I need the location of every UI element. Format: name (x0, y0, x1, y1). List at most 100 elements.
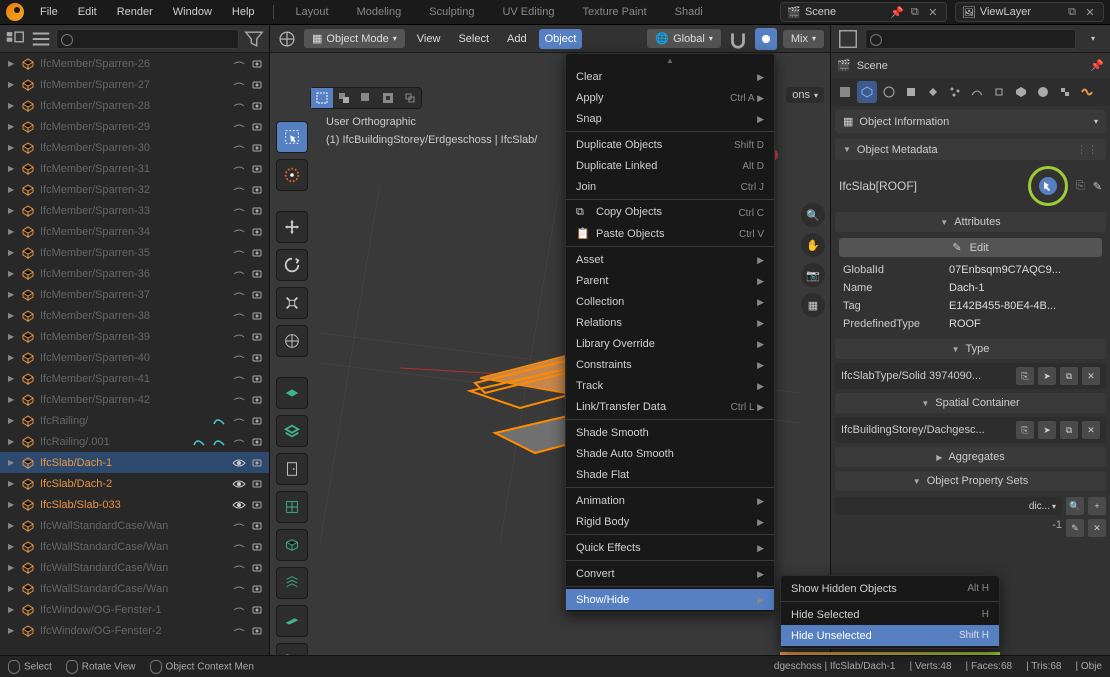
ctx-item[interactable]: Duplicate LinkedAlt D (566, 155, 774, 176)
outliner-row[interactable]: ▶IfcMember/Sparren-27 (0, 74, 269, 95)
tab-world[interactable] (879, 81, 899, 103)
tool-scale[interactable] (276, 287, 308, 319)
outliner-row[interactable]: ▶IfcWindow/OG-Fenster-2 (0, 620, 269, 641)
hide-toggle[interactable] (231, 497, 247, 513)
render-toggle[interactable] (249, 140, 265, 156)
hide-toggle[interactable] (231, 182, 247, 198)
delete-icon[interactable]: ✕ (1088, 519, 1106, 537)
hide-toggle[interactable] (231, 392, 247, 408)
outliner-row[interactable]: ▶IfcMember/Sparren-36 (0, 263, 269, 284)
unlink-icon[interactable]: ⧉ (1060, 421, 1078, 439)
hide-toggle[interactable] (231, 161, 247, 177)
ctx-item[interactable]: Convert ▶ (566, 563, 774, 584)
outliner-row[interactable]: ▶IfcSlab/Slab-033 (0, 494, 269, 515)
render-toggle[interactable] (249, 287, 265, 303)
outliner-row[interactable]: ▶IfcWallStandardCase/Wan (0, 536, 269, 557)
ctx-item[interactable]: Track ▶ (566, 375, 774, 396)
hide-toggle[interactable] (231, 203, 247, 219)
tab-constraints[interactable] (989, 81, 1009, 103)
render-toggle[interactable] (249, 224, 265, 240)
select-mode-invert[interactable] (377, 88, 399, 108)
menu-render[interactable]: Render (109, 2, 161, 22)
outliner-row[interactable]: ▶IfcRailing/ (0, 410, 269, 431)
delete-icon[interactable]: ✕ (1082, 367, 1100, 385)
render-toggle[interactable] (249, 413, 265, 429)
hide-toggle[interactable] (231, 77, 247, 93)
outliner-search[interactable] (56, 29, 239, 49)
render-toggle[interactable] (249, 329, 265, 345)
outliner-row[interactable]: ▶IfcWallStandardCase/Wan (0, 578, 269, 599)
outliner-row[interactable]: ▶IfcMember/Sparren-39 (0, 326, 269, 347)
tool-ifc-box[interactable] (276, 529, 308, 561)
hide-toggle[interactable] (231, 245, 247, 261)
ctx-item[interactable]: Collection ▶ (566, 291, 774, 312)
outliner-type-icon[interactable] (4, 28, 26, 50)
unlink-icon[interactable]: ⧉ (1060, 367, 1078, 385)
tab-data[interactable] (1011, 81, 1031, 103)
props-type-icon[interactable] (837, 28, 859, 50)
menu-edit[interactable]: Edit (70, 2, 105, 22)
workspace-modeling[interactable]: Modeling (345, 2, 414, 22)
ctx-item[interactable]: Clear ▶ (566, 66, 774, 87)
copy-icon[interactable]: ⧉ (1065, 5, 1079, 19)
ctx-item[interactable]: Hide SelectedH (781, 604, 999, 625)
render-toggle[interactable] (249, 182, 265, 198)
tool-ifc-door[interactable] (276, 453, 308, 485)
outliner-row[interactable]: ▶IfcMember/Sparren-40 (0, 347, 269, 368)
outliner-row[interactable]: ▶IfcWallStandardCase/Wan (0, 515, 269, 536)
render-toggle[interactable] (249, 119, 265, 135)
props-search[interactable] (865, 29, 1076, 49)
tab-render[interactable] (835, 81, 855, 103)
tool-move[interactable] (276, 211, 308, 243)
outliner-row[interactable]: ▶IfcWindow/OG-Fenster-1 (0, 599, 269, 620)
outliner-row[interactable]: ▶IfcSlab/Dach-2 (0, 473, 269, 494)
scene-selector[interactable]: 🎬 Scene 📌 ⧉ ✕ (780, 2, 947, 22)
hide-toggle[interactable] (231, 98, 247, 114)
ctx-item[interactable]: Hide UnselectedShift H (781, 625, 999, 646)
orientation-selector[interactable]: 🌐Global▾ (647, 29, 721, 48)
pin-icon[interactable]: 📌 (1090, 59, 1104, 72)
tool-ifc-beam[interactable] (276, 605, 308, 637)
panel-type[interactable]: ▼Type (835, 339, 1106, 359)
ctx-item[interactable]: Shade Flat (566, 464, 774, 485)
render-toggle[interactable] (249, 455, 265, 471)
hide-toggle[interactable] (231, 56, 247, 72)
hide-toggle[interactable] (231, 476, 247, 492)
outliner-row[interactable]: ▶IfcRailing/.001 (0, 431, 269, 452)
hide-toggle[interactable] (231, 224, 247, 240)
hide-toggle[interactable] (231, 308, 247, 324)
render-toggle[interactable] (249, 161, 265, 177)
ctx-item[interactable]: Link/Transfer DataCtrl L ▶ (566, 396, 774, 417)
hide-toggle[interactable] (231, 434, 247, 450)
render-toggle[interactable] (249, 392, 265, 408)
snap-mix[interactable]: Mix▾ (783, 30, 824, 48)
tool-rotate[interactable] (276, 249, 308, 281)
outliner-row[interactable]: ▶IfcSlab/Dach-1 (0, 452, 269, 473)
render-toggle[interactable] (249, 308, 265, 324)
nav-zoom-icon[interactable]: 🔍 (801, 203, 825, 227)
ctx-item[interactable]: Quick Effects ▶ (566, 537, 774, 558)
hide-toggle[interactable] (231, 119, 247, 135)
select-mode-extend[interactable] (333, 88, 355, 108)
panel-attributes[interactable]: ▼Attributes (835, 212, 1106, 232)
hide-toggle[interactable] (231, 581, 247, 597)
workspace-uv[interactable]: UV Editing (490, 2, 566, 22)
outliner-display-icon[interactable] (30, 28, 52, 50)
snap-mode-icon[interactable] (755, 28, 777, 50)
render-toggle[interactable] (249, 497, 265, 513)
render-toggle[interactable] (249, 560, 265, 576)
panel-psets[interactable]: ▼Object Property Sets (835, 471, 1106, 491)
render-toggle[interactable] (249, 56, 265, 72)
menu-file[interactable]: File (32, 2, 66, 22)
render-toggle[interactable] (249, 98, 265, 114)
mode-selector[interactable]: ▦Object Mode▾ (304, 29, 405, 48)
panel-object-metadata[interactable]: ▼Object Metadata⋮⋮ (835, 139, 1106, 160)
select-mode-subtract[interactable] (355, 88, 377, 108)
tab-modifiers[interactable] (923, 81, 943, 103)
hide-toggle[interactable] (231, 539, 247, 555)
hide-toggle[interactable] (231, 560, 247, 576)
viewlayer-selector[interactable]: 🖼 ViewLayer ⧉ ✕ (955, 2, 1104, 22)
close-icon[interactable]: ✕ (1083, 5, 1097, 19)
delete-icon[interactable]: ✕ (1082, 421, 1100, 439)
link-icon[interactable]: ⎘ (1016, 421, 1034, 439)
